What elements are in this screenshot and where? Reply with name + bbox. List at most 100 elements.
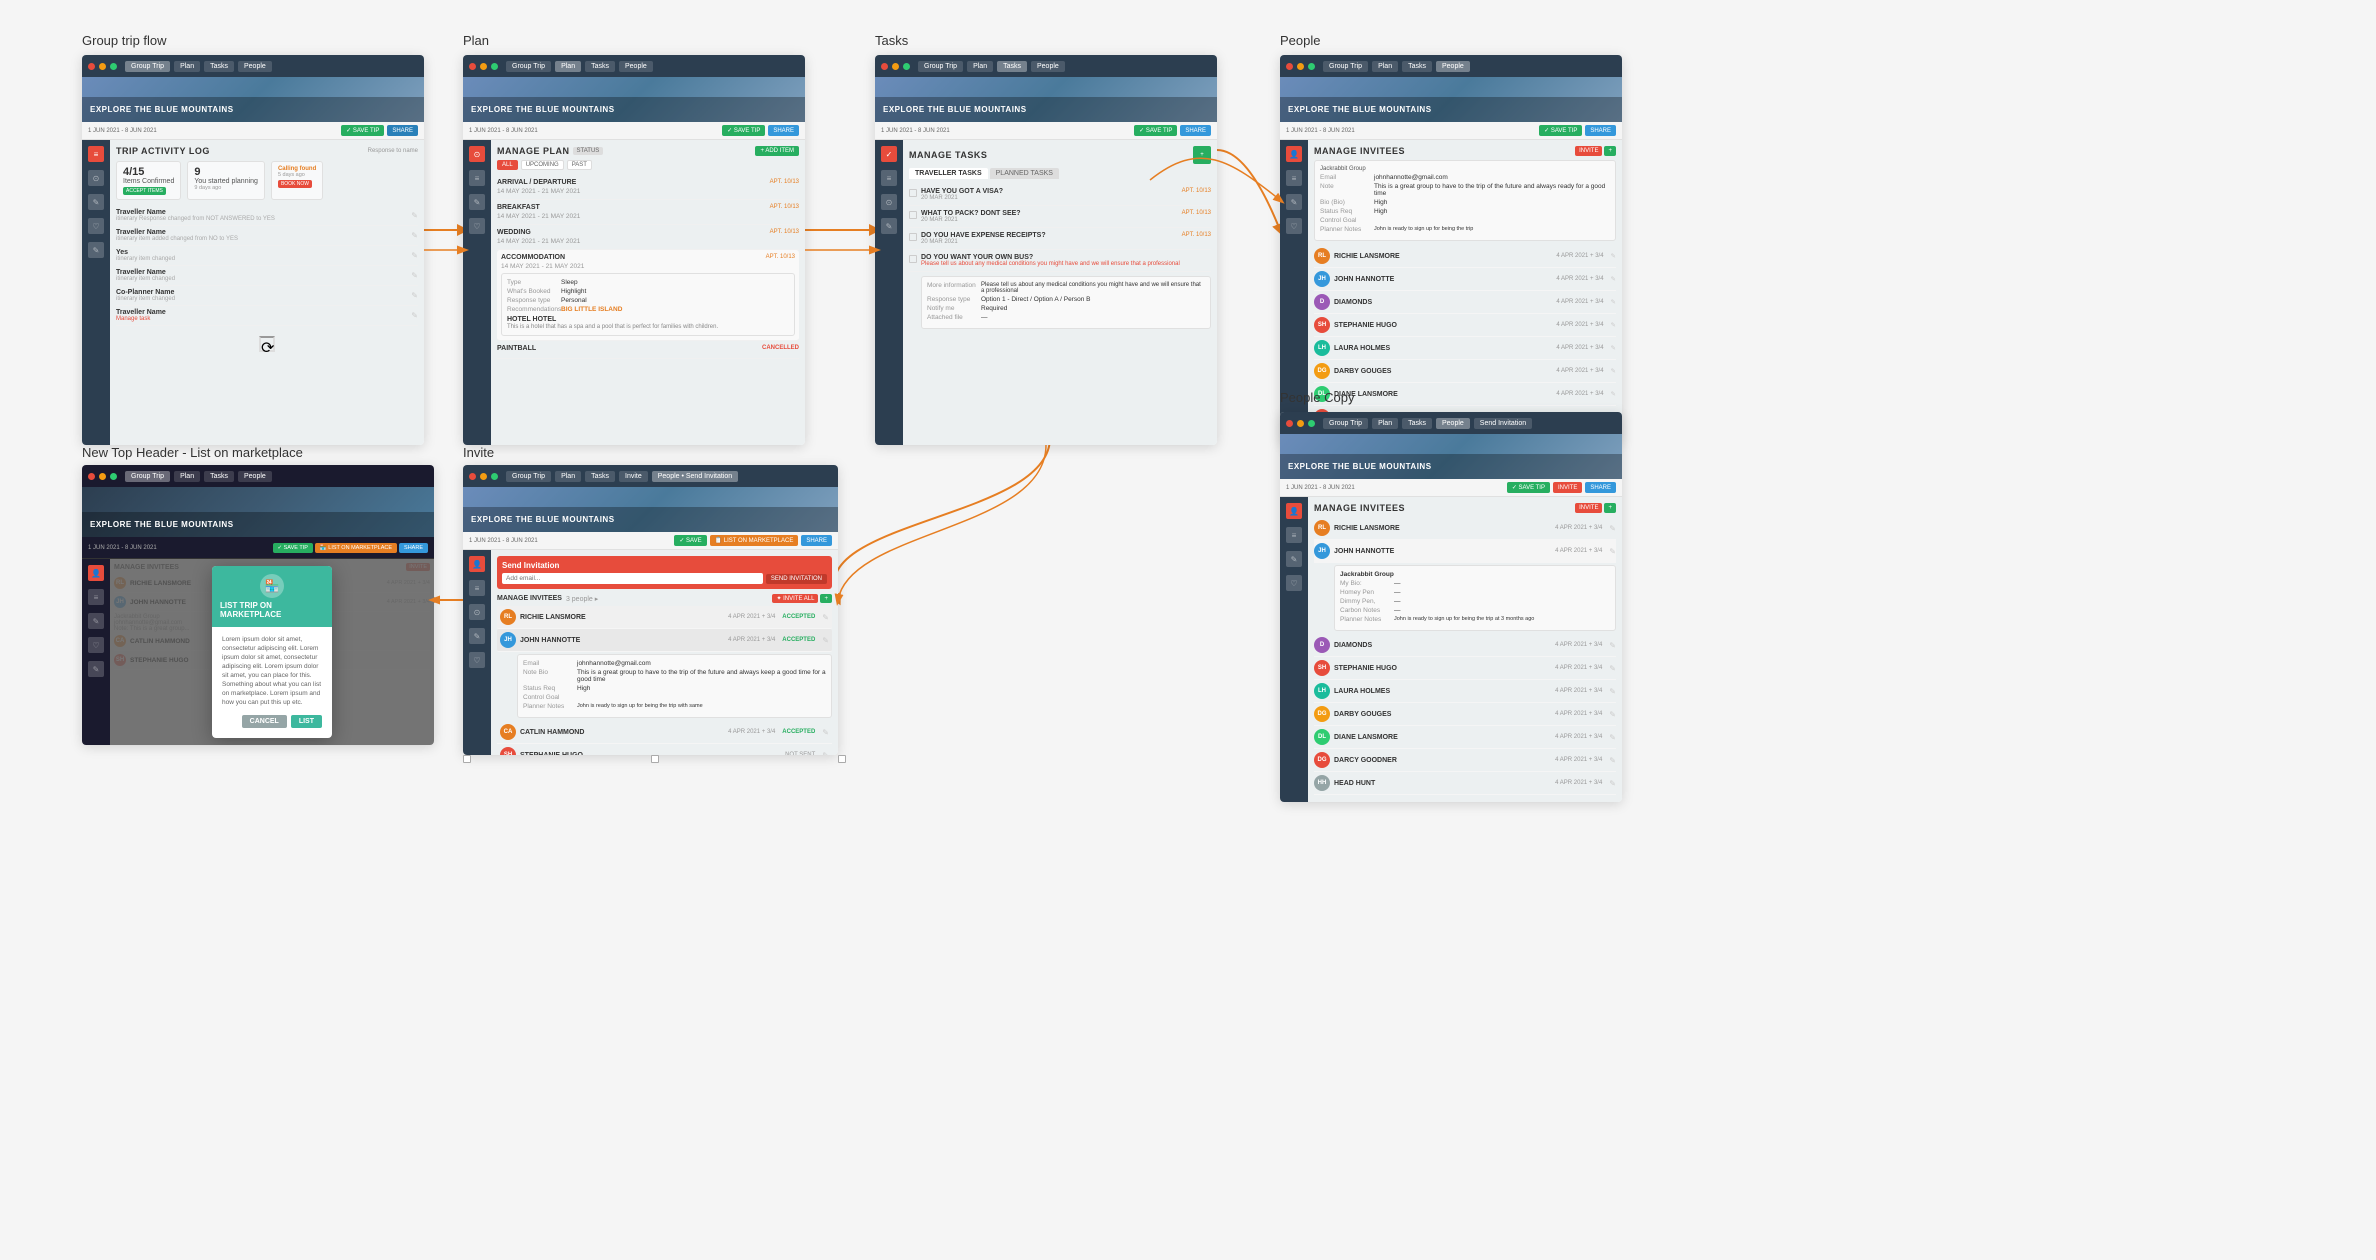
pc-edit-6[interactable]: ✎ bbox=[1609, 733, 1616, 742]
pc-edit-1[interactable]: ✎ bbox=[1609, 547, 1616, 556]
sidebar-activity[interactable]: ≡ bbox=[88, 146, 104, 162]
pc-tab-people[interactable]: People bbox=[1436, 418, 1470, 429]
pc-edit-8[interactable]: ✎ bbox=[1609, 779, 1616, 788]
plan-status-btn[interactable]: STATUS bbox=[573, 147, 604, 155]
plan-save-btn[interactable]: ✓ SAVE TIP bbox=[722, 125, 765, 136]
ppl-tab-gt[interactable]: Group Trip bbox=[1323, 61, 1368, 72]
inv-sb-5[interactable]: ♡ bbox=[469, 652, 485, 668]
invitee-edit-1[interactable]: ✎ bbox=[1611, 275, 1616, 283]
inv-edit-1[interactable]: ✎ bbox=[822, 636, 829, 645]
tasks-tab-tasks[interactable]: Tasks bbox=[997, 61, 1027, 72]
inv-tab-people-send[interactable]: People • Send Invitation bbox=[652, 471, 738, 482]
plan-sidebar-2[interactable]: ≡ bbox=[469, 170, 485, 186]
nh-sb-4[interactable]: ♡ bbox=[88, 637, 104, 653]
modal-list-btn[interactable]: LIST bbox=[291, 715, 322, 728]
pc-sb-4[interactable]: ♡ bbox=[1286, 575, 1302, 591]
nh-sb-5[interactable]: ✎ bbox=[88, 661, 104, 677]
ppl-sb-4[interactable]: ♡ bbox=[1286, 218, 1302, 234]
inv-tab-plan[interactable]: Plan bbox=[555, 471, 581, 482]
pc-edit-7[interactable]: ✎ bbox=[1609, 756, 1616, 765]
filter-all[interactable]: ALL bbox=[497, 160, 518, 170]
invitee-edit-5[interactable]: ✎ bbox=[1611, 367, 1616, 375]
pc-tab-plan[interactable]: Plan bbox=[1372, 418, 1398, 429]
call-btn[interactable]: BOOK NOW bbox=[278, 180, 312, 188]
pc-sb-2[interactable]: ≡ bbox=[1286, 527, 1302, 543]
plan-sidebar-4[interactable]: ♡ bbox=[469, 218, 485, 234]
pc-edit-3[interactable]: ✎ bbox=[1609, 664, 1616, 673]
task-check-0[interactable] bbox=[909, 189, 917, 197]
tab-people[interactable]: People bbox=[238, 61, 272, 72]
pc-edit-0[interactable]: ✎ bbox=[1609, 524, 1616, 533]
inv-sb-1[interactable]: 👤 bbox=[469, 556, 485, 572]
add-plan-btn[interactable]: + ADD ITEM bbox=[755, 146, 799, 156]
frame-handle-bm[interactable] bbox=[651, 755, 659, 763]
filter-upcoming[interactable]: UPCOMING bbox=[521, 160, 564, 170]
ppl-save-btn[interactable]: ✓ SAVE TIP bbox=[1539, 125, 1582, 136]
pc-tab-tasks[interactable]: Tasks bbox=[1402, 418, 1432, 429]
invite-email-input[interactable] bbox=[502, 573, 763, 584]
nh-marketplace-btn[interactable]: 🏪 LIST ON MARKETPLACE bbox=[315, 543, 397, 553]
tasks-share-btn[interactable]: SHARE bbox=[1180, 125, 1211, 136]
inv-add-btn[interactable]: + bbox=[820, 594, 832, 603]
inv-sb-4[interactable]: ✎ bbox=[469, 628, 485, 644]
pc-edit-5[interactable]: ✎ bbox=[1609, 710, 1616, 719]
sidebar-icon-1[interactable]: ⊙ bbox=[88, 170, 104, 186]
edit-icon-0[interactable]: ✎ bbox=[411, 211, 418, 220]
edit-icon-2[interactable]: ✎ bbox=[411, 251, 418, 260]
pc-sb-3[interactable]: ✎ bbox=[1286, 551, 1302, 567]
pc-share-btn[interactable]: SHARE bbox=[1585, 482, 1616, 493]
tasks-sb-4[interactable]: ✎ bbox=[881, 218, 897, 234]
inv-edit-cat[interactable]: ✎ bbox=[822, 728, 829, 737]
plan-tab-gt[interactable]: Group Trip bbox=[506, 61, 551, 72]
nh-tab-tasks[interactable]: Tasks bbox=[204, 471, 234, 482]
inv-tab-tasks[interactable]: Tasks bbox=[585, 471, 615, 482]
plan-tab-people[interactable]: People bbox=[619, 61, 653, 72]
plan-sidebar-3[interactable]: ✎ bbox=[469, 194, 485, 210]
edit-icon-4[interactable]: ✎ bbox=[411, 291, 418, 300]
accept-btn[interactable]: ACCEPT ITEMS bbox=[123, 187, 166, 195]
share-btn[interactable]: SHARE bbox=[387, 125, 418, 136]
pc-tab-gt[interactable]: Group Trip bbox=[1323, 418, 1368, 429]
inv-invite-all-btn[interactable]: ✦ INVITE ALL bbox=[772, 594, 818, 603]
pc-invite-ppl-btn[interactable]: INVITE bbox=[1575, 503, 1602, 513]
tasks-sb-1[interactable]: ✓ bbox=[881, 146, 897, 162]
ppl-sb-2[interactable]: ≡ bbox=[1286, 170, 1302, 186]
inv-edit-0[interactable]: ✎ bbox=[822, 613, 829, 622]
send-invite-btn[interactable]: SEND INVITATION bbox=[766, 574, 827, 584]
nh-tab-gt[interactable]: Group Trip bbox=[125, 471, 170, 482]
pc-add-ppl-btn[interactable]: + bbox=[1604, 503, 1616, 513]
edit-icon-3[interactable]: ✎ bbox=[411, 271, 418, 280]
invitee-edit-3[interactable]: ✎ bbox=[1611, 321, 1616, 329]
invitee-edit-6[interactable]: ✎ bbox=[1611, 390, 1616, 398]
tasks-save-btn[interactable]: ✓ SAVE TIP bbox=[1134, 125, 1177, 136]
plan-tab-plan[interactable]: Plan bbox=[555, 61, 581, 72]
frame-handle-bl[interactable] bbox=[463, 755, 471, 763]
nh-sb-1[interactable]: 👤 bbox=[88, 565, 104, 581]
inv-save-btn[interactable]: ✓ SAVE bbox=[674, 535, 706, 546]
frame-handle-br[interactable] bbox=[838, 755, 846, 763]
tasks-sb-3[interactable]: ⊙ bbox=[881, 194, 897, 210]
plan-tab-tasks[interactable]: Tasks bbox=[585, 61, 615, 72]
tab-group-trip[interactable]: Group Trip bbox=[125, 61, 170, 72]
edit-icon-1[interactable]: ✎ bbox=[411, 231, 418, 240]
ppl-share-btn[interactable]: SHARE bbox=[1585, 125, 1616, 136]
filter-past[interactable]: PAST bbox=[567, 160, 592, 170]
plan-sidebar-1[interactable]: ⊙ bbox=[469, 146, 485, 162]
ppl-tab-plan[interactable]: Plan bbox=[1372, 61, 1398, 72]
edit-icon-5[interactable]: ✎ bbox=[411, 311, 418, 320]
sidebar-icon-4[interactable]: ✎ bbox=[88, 242, 104, 258]
ppl-add-btn[interactable]: + bbox=[1604, 146, 1616, 156]
tab-plan[interactable]: Plan bbox=[174, 61, 200, 72]
nh-sb-2[interactable]: ≡ bbox=[88, 589, 104, 605]
pc-tab-send[interactable]: Send Invitation bbox=[1474, 418, 1532, 429]
pc-edit-4[interactable]: ✎ bbox=[1609, 687, 1616, 696]
invitee-edit-2[interactable]: ✎ bbox=[1611, 298, 1616, 306]
nh-tab-people[interactable]: People bbox=[238, 471, 272, 482]
tasks-tab-gt[interactable]: Group Trip bbox=[918, 61, 963, 72]
inv-tab-invite[interactable]: Invite bbox=[619, 471, 648, 482]
pc-sb-1[interactable]: 👤 bbox=[1286, 503, 1302, 519]
inv-marketplace-btn[interactable]: 📋 LIST ON MARKETPLACE bbox=[710, 535, 799, 546]
sidebar-icon-2[interactable]: ✎ bbox=[88, 194, 104, 210]
nh-save-btn[interactable]: ✓ SAVE TIP bbox=[273, 543, 313, 553]
inv-sb-2[interactable]: ≡ bbox=[469, 580, 485, 596]
